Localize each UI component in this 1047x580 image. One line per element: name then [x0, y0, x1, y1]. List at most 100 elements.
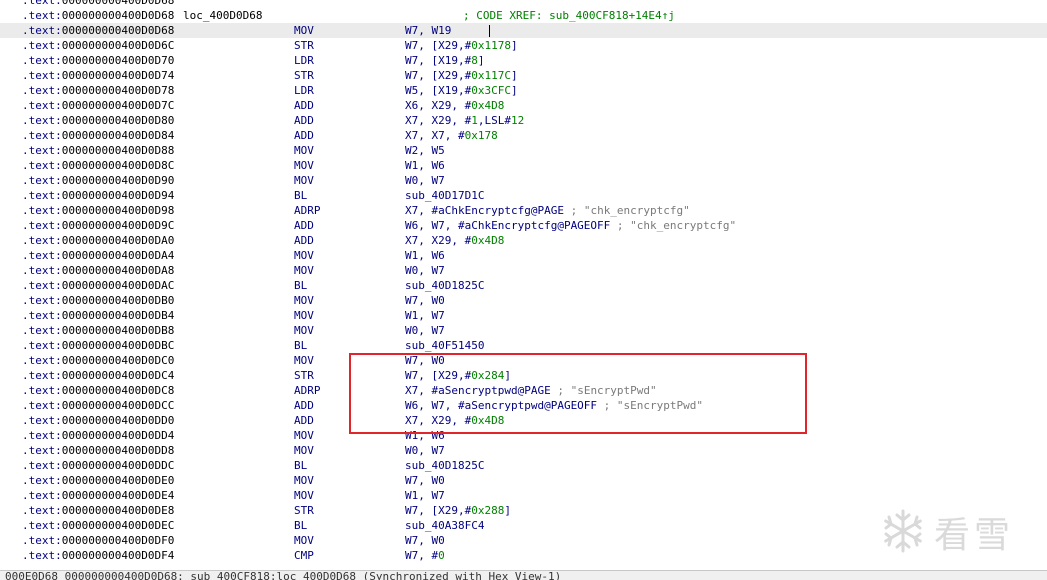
line-address[interactable]: .text:000000000400D0DD4 — [22, 428, 174, 443]
line-address[interactable]: .text:000000000400D0DE0 — [22, 473, 174, 488]
instruction-operands[interactable]: W6, W7, #aSencryptpwd@PAGEOFF ; "sEncryp… — [405, 398, 703, 413]
instruction-operands[interactable]: W1, W7 — [405, 488, 445, 503]
instruction-mnemonic[interactable]: MOV — [294, 473, 314, 488]
listing-line[interactable]: .text:000000000400D0DC4 STR W7, [X29,#0x28… — [0, 368, 1047, 383]
instruction-mnemonic[interactable]: BL — [294, 458, 307, 473]
instruction-mnemonic[interactable]: MOV — [294, 353, 314, 368]
instruction-mnemonic[interactable]: ADD — [294, 98, 314, 113]
code-label[interactable]: loc_400D0D68 — [183, 8, 262, 23]
instruction-mnemonic[interactable]: MOV — [294, 293, 314, 308]
listing-line[interactable]: .text:000000000400D0D7C ADD X6, X29, #0x4D… — [0, 98, 1047, 113]
line-address[interactable]: .text:000000000400D0D74 — [22, 68, 174, 83]
instruction-operands[interactable]: W7, [X29,#0x1178] — [405, 38, 518, 53]
listing-line[interactable]: .text:000000000400D0DB0 MOV W7, W0 — [0, 293, 1047, 308]
instruction-mnemonic[interactable]: ADD — [294, 218, 314, 233]
instruction-mnemonic[interactable]: MOV — [294, 263, 314, 278]
listing-line[interactable]: .text:000000000400D0DE0 MOV W7, W0 — [0, 473, 1047, 488]
instruction-mnemonic[interactable]: ADRP — [294, 383, 321, 398]
listing-line[interactable]: .text:000000000400D0D90 MOV W0, W7 — [0, 173, 1047, 188]
line-address[interactable]: .text:000000000400D0D70 — [22, 53, 174, 68]
line-address[interactable]: .text:000000000400D0D9C — [22, 218, 174, 233]
line-address[interactable]: .text:000000000400D0DD0 — [22, 413, 174, 428]
line-address[interactable]: .text:000000000400D0DE8 — [22, 503, 174, 518]
line-address[interactable]: .text:000000000400D0D80 — [22, 113, 174, 128]
listing-line[interactable]: .text:000000000400D0DBC BL sub_40F51450 — [0, 338, 1047, 353]
instruction-mnemonic[interactable]: STR — [294, 503, 314, 518]
line-address[interactable]: .text:000000000400D0D68 — [22, 23, 174, 38]
instruction-operands[interactable]: W5, [X19,#0x3CFC] — [405, 83, 518, 98]
instruction-mnemonic[interactable]: MOV — [294, 428, 314, 443]
instruction-operands[interactable]: W7, #0 — [405, 548, 445, 563]
listing-line[interactable]: .text:000000000400D0D8C MOV W1, W6 — [0, 158, 1047, 173]
line-address[interactable]: .text:000000000400D0D68 — [22, 8, 174, 23]
line-address[interactable]: .text:000000000400D0DC8 — [22, 383, 174, 398]
line-address[interactable]: .text:000000000400D0DD8 — [22, 443, 174, 458]
instruction-mnemonic[interactable]: MOV — [294, 488, 314, 503]
line-address[interactable]: .text:000000000400D0DBC — [22, 338, 174, 353]
instruction-mnemonic[interactable]: LDR — [294, 53, 314, 68]
line-address[interactable]: .text:000000000400D0D94 — [22, 188, 174, 203]
listing-line[interactable]: .text:000000000400D0D94 BL sub_40D17D1C — [0, 188, 1047, 203]
line-address[interactable]: .text:000000000400D0DF4 — [22, 548, 174, 563]
listing-line[interactable]: .text:000000000400D0DA0 ADD X7, X29, #0x4D… — [0, 233, 1047, 248]
line-address[interactable]: .text:000000000400D0DC0 — [22, 353, 174, 368]
listing-line[interactable]: .text:000000000400D0D84 ADD X7, X7, #0x178 — [0, 128, 1047, 143]
instruction-operands[interactable]: W7, W0 — [405, 353, 445, 368]
listing-line[interactable]: .text:000000000400D0D9C ADD W6, W7, #aChkE… — [0, 218, 1047, 233]
listing-line[interactable]: .text:000000000400D0DD0 ADD X7, X29, #0x4D… — [0, 413, 1047, 428]
listing-line[interactable]: .text:000000000400D0DC0 MOV W7, W0 — [0, 353, 1047, 368]
instruction-operands[interactable]: W7, [X29,#0x117C] — [405, 68, 518, 83]
listing-line[interactable]: .text:000000000400D0DCC ADD W6, W7, #aSenc… — [0, 398, 1047, 413]
line-address[interactable]: .text:000000000400D0DA4 — [22, 248, 174, 263]
instruction-mnemonic[interactable]: STR — [294, 38, 314, 53]
listing-line[interactable]: .text:000000000400D0DC8 ADRP X7, #aSencryp… — [0, 383, 1047, 398]
line-address[interactable]: .text:000000000400D0DB8 — [22, 323, 174, 338]
line-address[interactable]: .text:000000000400D0D6C — [22, 38, 174, 53]
line-address[interactable]: .text:000000000400D0D68 — [22, 0, 174, 8]
line-address[interactable]: .text:000000000400D0DA0 — [22, 233, 174, 248]
instruction-operands[interactable]: W7, W0 — [405, 293, 445, 308]
listing-line[interactable]: .text:000000000400D0D98 ADRP X7, #aChkEncr… — [0, 203, 1047, 218]
instruction-mnemonic[interactable]: BL — [294, 278, 307, 293]
line-address[interactable]: .text:000000000400D0DDC — [22, 458, 174, 473]
listing-line[interactable]: .text:000000000400D0D68 MOV W7, W19 — [0, 23, 1047, 38]
line-address[interactable]: .text:000000000400D0DCC — [22, 398, 174, 413]
line-address[interactable]: .text:000000000400D0DC4 — [22, 368, 174, 383]
instruction-operands[interactable]: sub_40A38FC4 — [405, 518, 484, 533]
disassembly-listing[interactable]: .text:000000000400D0D68 .text:00000000040… — [0, 0, 1047, 563]
listing-line[interactable]: .text:000000000400D0D88 MOV W2, W5 — [0, 143, 1047, 158]
listing-line[interactable]: .text:000000000400D0DE4 MOV W1, W7 — [0, 488, 1047, 503]
instruction-operands[interactable]: W7, [X29,#0x284] — [405, 368, 511, 383]
instruction-operands[interactable]: W1, W6 — [405, 428, 445, 443]
line-address[interactable]: .text:000000000400D0DB0 — [22, 293, 174, 308]
instruction-operands[interactable]: W6, W7, #aChkEncryptcfg@PAGEOFF ; "chk_e… — [405, 218, 736, 233]
instruction-mnemonic[interactable]: ADD — [294, 233, 314, 248]
code-xref-comment[interactable]: ; CODE XREF: sub_400CF818+14E4↑j — [463, 8, 675, 23]
instruction-operands[interactable]: X7, #aChkEncryptcfg@PAGE ; "chk_encryptc… — [405, 203, 690, 218]
instruction-operands[interactable]: W7, [X29,#0x288] — [405, 503, 511, 518]
instruction-operands[interactable]: sub_40D1825C — [405, 278, 484, 293]
instruction-mnemonic[interactable]: BL — [294, 338, 307, 353]
line-address[interactable]: .text:000000000400D0DF0 — [22, 533, 174, 548]
line-address[interactable]: .text:000000000400D0DEC — [22, 518, 174, 533]
instruction-operands[interactable]: W1, W6 — [405, 248, 445, 263]
instruction-mnemonic[interactable]: ADD — [294, 413, 314, 428]
listing-line[interactable]: .text:000000000400D0DAC BL sub_40D1825C — [0, 278, 1047, 293]
instruction-operands[interactable]: X7, X29, #0x4D8 — [405, 413, 504, 428]
listing-line[interactable]: .text:000000000400D0DB8 MOV W0, W7 — [0, 323, 1047, 338]
instruction-mnemonic[interactable]: MOV — [294, 308, 314, 323]
instruction-mnemonic[interactable]: BL — [294, 188, 307, 203]
instruction-operands[interactable]: W7, [X19,#8] — [405, 53, 484, 68]
instruction-operands[interactable]: W0, W7 — [405, 323, 445, 338]
instruction-mnemonic[interactable]: MOV — [294, 248, 314, 263]
instruction-mnemonic[interactable]: ADD — [294, 128, 314, 143]
instruction-operands[interactable]: sub_40D17D1C — [405, 188, 484, 203]
line-address[interactable]: .text:000000000400D0D7C — [22, 98, 174, 113]
listing-line[interactable]: .text:000000000400D0D78 LDR W5, [X19,#0x3C… — [0, 83, 1047, 98]
line-address[interactable]: .text:000000000400D0DE4 — [22, 488, 174, 503]
instruction-operands[interactable]: X7, X7, #0x178 — [405, 128, 498, 143]
line-address[interactable]: .text:000000000400D0D78 — [22, 83, 174, 98]
instruction-mnemonic[interactable]: ADD — [294, 398, 314, 413]
listing-line[interactable]: .text:000000000400D0D70 LDR W7, [X19,#8] — [0, 53, 1047, 68]
instruction-mnemonic[interactable]: MOV — [294, 23, 314, 38]
